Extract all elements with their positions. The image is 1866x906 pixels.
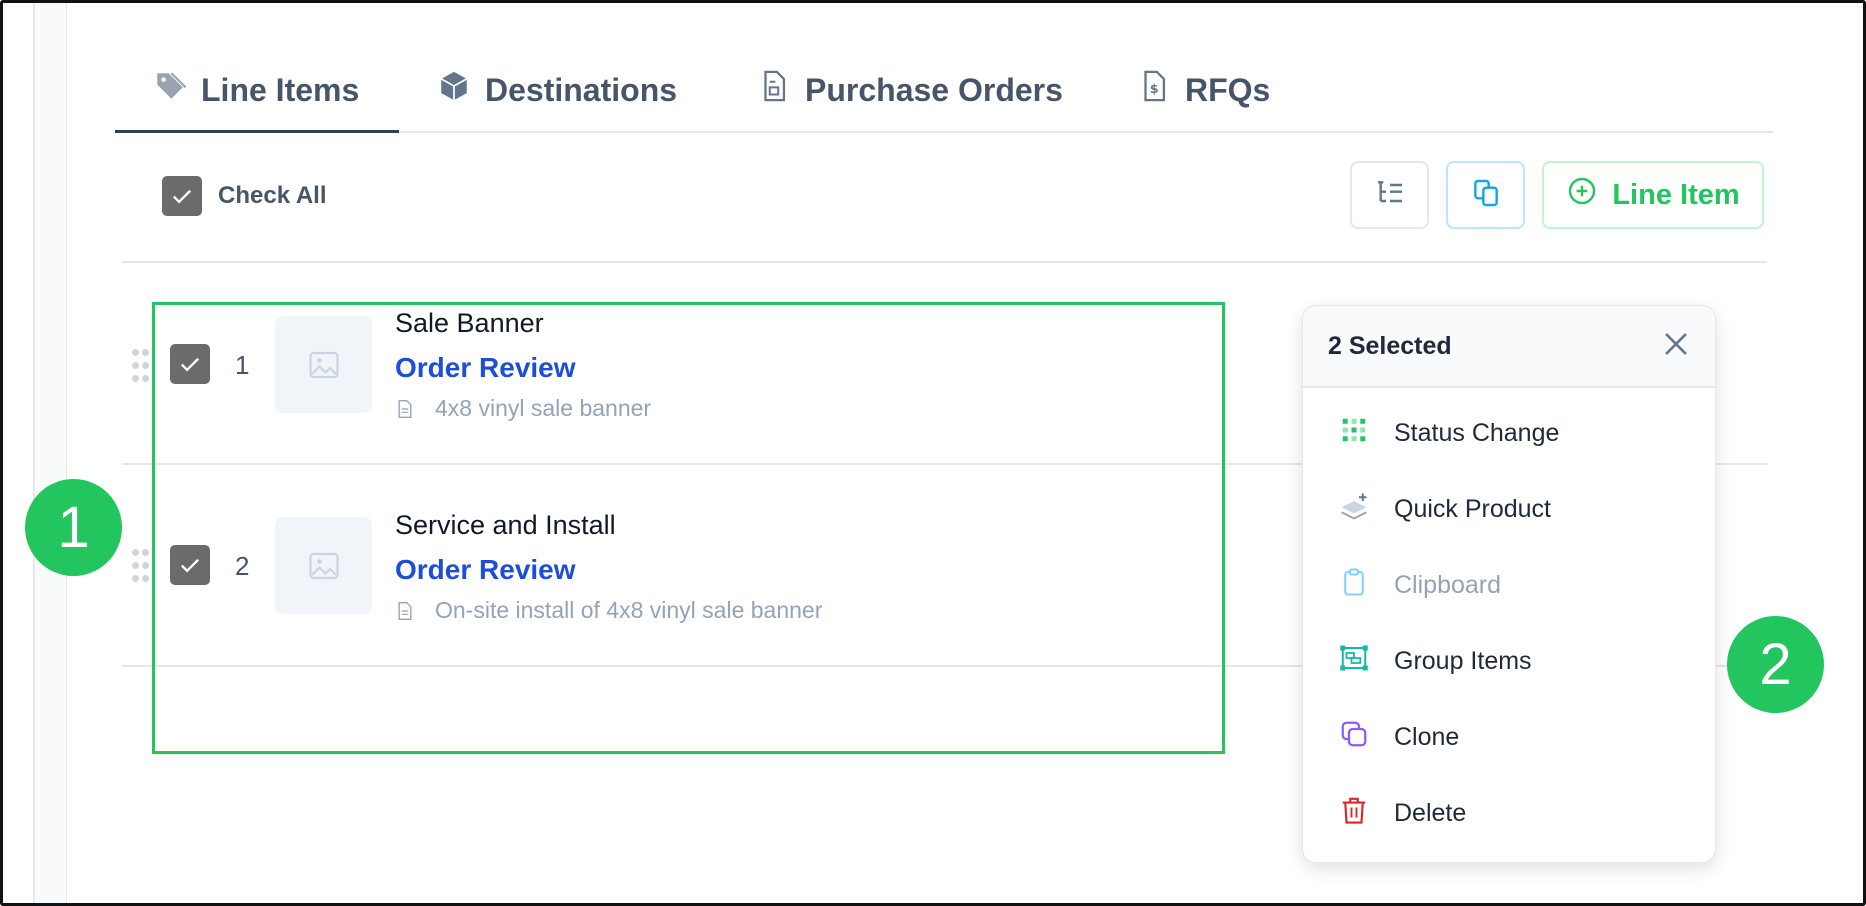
tab-line-items[interactable]: Line Items	[153, 60, 359, 120]
bulk-actions-header: 2 Selected	[1303, 306, 1715, 388]
clone-icon	[1339, 719, 1369, 756]
layers-plus-icon	[1339, 491, 1369, 528]
copy-icon	[1470, 177, 1502, 214]
menu-item-label: Status Change	[1394, 418, 1560, 447]
tab-label: Purchase Orders	[805, 71, 1063, 108]
bulk-actions-menu: 2 Selected Status Change Quick Product C…	[1302, 305, 1716, 863]
tab-bar: Line Items Destinations Purchase Orders …	[115, 50, 1773, 133]
left-rail	[3, 3, 35, 903]
toolbar-divider	[122, 261, 1767, 263]
check-all-label: Check All	[218, 182, 327, 209]
drag-handle-icon[interactable]	[132, 349, 152, 385]
tab-rfqs[interactable]: $ RFQs	[1137, 60, 1270, 120]
menu-item-label: Clipboard	[1394, 570, 1502, 599]
copy-button[interactable]	[1446, 161, 1525, 229]
check-all-checkbox[interactable]	[162, 176, 202, 216]
checkmark-icon	[173, 189, 191, 204]
tab-label: RFQs	[1185, 71, 1271, 108]
bulk-actions-list: Status Change Quick Product Clipboard Gr…	[1303, 388, 1715, 851]
tree-view-button[interactable]	[1350, 161, 1429, 229]
tab-label: Destinations	[485, 71, 678, 108]
tab-label: Line Items	[201, 71, 360, 108]
trash-icon	[1339, 795, 1369, 832]
clipboard-icon	[1339, 567, 1369, 604]
callout-badge-1: 1	[25, 479, 122, 576]
svg-text:$: $	[1150, 82, 1159, 97]
box-icon	[437, 69, 471, 111]
drag-handle-icon[interactable]	[132, 549, 152, 585]
menu-item-label: Group Items	[1394, 646, 1532, 675]
menu-item-label: Delete	[1394, 798, 1467, 827]
menu-item-clone[interactable]: Clone	[1303, 699, 1715, 775]
add-line-item-label: Line Item	[1612, 178, 1740, 211]
menu-item-quick-product[interactable]: Quick Product	[1303, 471, 1715, 547]
menu-item-clipboard[interactable]: Clipboard	[1303, 547, 1715, 623]
selection-highlight-box	[152, 302, 1225, 754]
close-icon[interactable]	[1659, 327, 1693, 366]
menu-item-status-change[interactable]: Status Change	[1303, 395, 1715, 471]
add-line-item-button[interactable]: Line Item	[1542, 161, 1764, 229]
tab-destinations[interactable]: Destinations	[437, 60, 677, 120]
check-all[interactable]: Check All	[162, 176, 326, 216]
tag-icon	[153, 69, 187, 111]
menu-item-delete[interactable]: Delete	[1303, 775, 1715, 851]
status-grid-icon	[1339, 415, 1369, 452]
left-rail-secondary	[35, 3, 67, 903]
menu-item-group-items[interactable]: Group Items	[1303, 623, 1715, 699]
group-icon	[1339, 643, 1369, 680]
menu-item-label: Clone	[1394, 722, 1460, 751]
selected-count: 2 Selected	[1328, 331, 1452, 360]
active-tab-indicator	[115, 130, 399, 133]
tree-list-icon	[1374, 177, 1406, 214]
callout-badge-2: 2	[1727, 616, 1824, 713]
menu-item-label: Quick Product	[1394, 494, 1552, 523]
plus-circle-icon	[1566, 175, 1598, 215]
document-icon	[757, 69, 791, 111]
tab-purchase-orders[interactable]: Purchase Orders	[757, 60, 1063, 120]
invoice-icon: $	[1137, 69, 1171, 111]
